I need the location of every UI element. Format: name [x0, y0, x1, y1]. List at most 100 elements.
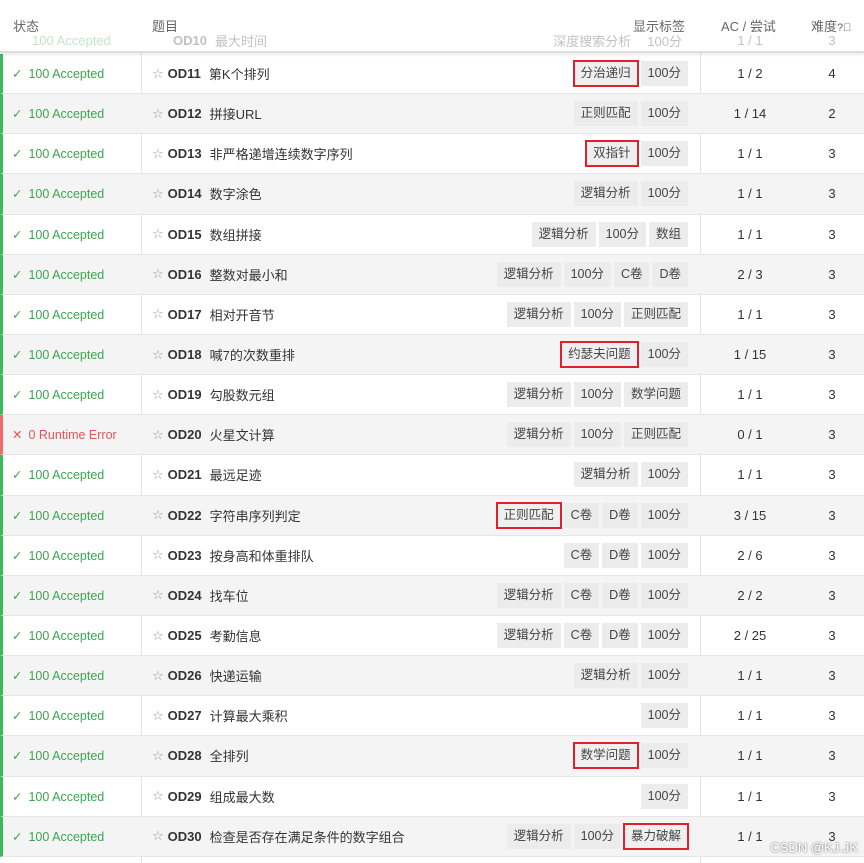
status[interactable]: ✓ 100 Accepted — [3, 628, 141, 643]
star-icon[interactable]: ☆ — [152, 427, 164, 443]
table-row[interactable]: ✓ 100 Accepted ☆ OD22 字符串序列判定 正则匹配 C卷 D卷 100分 3… — [0, 495, 864, 536]
problem-code[interactable]: OD28 — [168, 748, 202, 763]
problem-code[interactable]: OD30 — [168, 829, 202, 844]
tag[interactable]: C卷 — [563, 582, 600, 608]
tag[interactable]: 100分 — [573, 823, 621, 849]
header-title[interactable]: 题目 — [152, 16, 178, 35]
problem-name[interactable]: 按身高和体重排队 — [210, 546, 314, 565]
problem-code[interactable]: OD23 — [168, 548, 202, 563]
tag[interactable]: 双指针 — [585, 140, 639, 168]
tag[interactable]: 100分 — [640, 623, 688, 649]
problem-name[interactable]: 非严格递增连续数字序列 — [210, 144, 353, 163]
status[interactable]: ✓ 100 Accepted — [3, 267, 141, 282]
problem-name[interactable]: 勾股数元组 — [210, 385, 275, 404]
tag[interactable]: 100分 — [563, 261, 611, 287]
star-icon[interactable]: ☆ — [152, 547, 164, 563]
tag[interactable]: D卷 — [602, 623, 638, 649]
problem-code[interactable]: OD14 — [168, 186, 202, 201]
table-row[interactable]: ✓ 100 Accepted ☆ OD28 全排列 数学问题 100分 1 / 1 3 — [0, 736, 864, 777]
table-row[interactable]: ✓ 100 Accepted ☆ OD14 数字涂色 逻辑分析 100分 1 / 1 3 — [0, 174, 864, 215]
status[interactable]: ✓ 100 Accepted — [3, 508, 141, 523]
star-icon[interactable]: ☆ — [152, 587, 164, 603]
tag[interactable]: 正则匹配 — [495, 501, 562, 529]
status[interactable]: ✓ 100 Accepted — [3, 708, 141, 723]
problem-name[interactable]: 数字涂色 — [210, 184, 262, 203]
problem-name[interactable]: 考勤信息 — [210, 626, 262, 645]
status[interactable]: ✓ 100 Accepted — [3, 789, 141, 804]
table-row[interactable]: ✓ 100 Accepted ☆ OD16 整数对最小和 逻辑分析 100分 C卷 D卷 2 … — [0, 254, 864, 295]
tag[interactable]: 100分 — [598, 221, 646, 247]
status[interactable]: ✓ 100 Accepted — [3, 227, 141, 242]
tag[interactable]: C卷 — [563, 502, 600, 528]
star-icon[interactable]: ☆ — [152, 226, 164, 242]
tag[interactable]: C卷 — [613, 261, 650, 287]
problem-name[interactable]: 最远足迹 — [210, 465, 262, 484]
problem-name[interactable]: 找车位 — [210, 586, 249, 605]
status[interactable]: ✓ 100 Accepted — [3, 387, 141, 402]
tag[interactable]: 100分 — [640, 502, 688, 528]
tag[interactable]: 100分 — [640, 462, 688, 488]
star-icon[interactable]: ☆ — [152, 668, 164, 684]
tag[interactable]: 暴力破解 — [622, 822, 690, 850]
table-row[interactable]: ✓ 100 Accepted ☆ OD19 勾股数元组 逻辑分析 100分 数学问题 1 /… — [0, 375, 864, 416]
tag[interactable]: 数组 — [648, 221, 688, 247]
star-icon[interactable]: ☆ — [152, 828, 164, 844]
star-icon[interactable]: ☆ — [152, 106, 164, 122]
tag[interactable]: 逻辑分析 — [531, 221, 596, 247]
tag[interactable]: 100分 — [640, 703, 688, 729]
tag[interactable]: 100分 — [640, 783, 688, 809]
problem-name[interactable]: 火星文计算 — [210, 425, 275, 444]
tag[interactable]: 数学问题 — [572, 742, 639, 770]
tag[interactable]: 逻辑分析 — [496, 261, 561, 287]
problem-name[interactable]: 字符串序列判定 — [210, 506, 301, 525]
tag[interactable]: 正则匹配 — [573, 101, 638, 127]
tag[interactable]: 分治递归 — [572, 60, 639, 88]
problem-code[interactable]: OD25 — [168, 628, 202, 643]
tag[interactable]: 数学问题 — [623, 382, 688, 408]
star-icon[interactable]: ☆ — [152, 507, 164, 523]
status[interactable]: ✓ 100 Accepted — [3, 186, 141, 201]
header-ac[interactable]: AC / 尝试 — [721, 16, 776, 35]
tag[interactable]: D卷 — [652, 261, 688, 287]
problem-name[interactable]: 全排列 — [210, 746, 249, 765]
tag[interactable]: C卷 — [563, 542, 600, 568]
status[interactable]: ✓ 100 Accepted — [3, 106, 141, 121]
tag[interactable]: D卷 — [602, 542, 638, 568]
table-row[interactable]: ✓ 100 Accepted ☆ OD21 最远足迹 逻辑分析 100分 1 / 1 3 — [0, 455, 864, 496]
star-icon[interactable]: ☆ — [152, 66, 164, 82]
help-icon[interactable]: ?⃝ — [837, 22, 851, 34]
star-icon[interactable]: ☆ — [152, 266, 164, 282]
star-icon[interactable]: ☆ — [152, 387, 164, 403]
problem-name[interactable]: 相对开音节 — [210, 305, 275, 324]
tag[interactable]: D卷 — [602, 502, 638, 528]
problem-code[interactable]: OD18 — [168, 347, 202, 362]
problem-code[interactable]: OD26 — [168, 668, 202, 683]
star-icon[interactable]: ☆ — [152, 306, 164, 322]
tag[interactable]: 100分 — [640, 181, 688, 207]
problem-code[interactable]: OD27 — [168, 708, 202, 723]
tag[interactable]: 约瑟夫问题 — [560, 341, 639, 369]
problem-name[interactable]: 计算最大乘积 — [210, 706, 288, 725]
tag[interactable]: 100分 — [573, 382, 621, 408]
table-row[interactable]: ✓ 100 Accepted ☆ OD30 检查是否存在满足条件的数字组合 逻辑分析 10… — [0, 816, 864, 857]
tag[interactable]: 100分 — [640, 542, 688, 568]
problem-code[interactable]: OD17 — [168, 307, 202, 322]
status[interactable]: ✓ 100 Accepted — [3, 588, 141, 603]
table-row[interactable]: ✓ 100 Accepted ☆ OD15 数组拼接 逻辑分析 100分 数组 1 / 1 … — [0, 214, 864, 255]
table-row[interactable]: ✕ 0 Runtime Error ☆ OD20 火星文计算 逻辑分析 100分 正则匹配 … — [0, 415, 864, 456]
tag[interactable]: 逻辑分析 — [506, 422, 571, 448]
tag[interactable]: C卷 — [563, 623, 600, 649]
problem-name[interactable]: 快递运输 — [210, 666, 262, 685]
star-icon[interactable]: ☆ — [152, 186, 164, 202]
tag[interactable]: 逻辑分析 — [506, 301, 571, 327]
tag[interactable]: 逻辑分析 — [573, 663, 638, 689]
star-icon[interactable]: ☆ — [152, 467, 164, 483]
header-difficulty[interactable]: 难度?⃝ — [811, 16, 851, 35]
status[interactable]: ✕ 0 Runtime Error — [3, 427, 141, 442]
tag[interactable]: 100分 — [640, 342, 688, 368]
tag[interactable]: D卷 — [602, 582, 638, 608]
tag[interactable]: 100分 — [573, 422, 621, 448]
header-status[interactable]: 状态 — [13, 16, 39, 35]
table-row[interactable]: ✓ 100 Accepted ☆ OD12 拼接URL 正则匹配 100分 1 / 14 … — [0, 94, 864, 135]
table-row[interactable]: ✓ 100 Accepted ☆ OD17 相对开音节 逻辑分析 100分 正则匹配 1 /… — [0, 294, 864, 335]
